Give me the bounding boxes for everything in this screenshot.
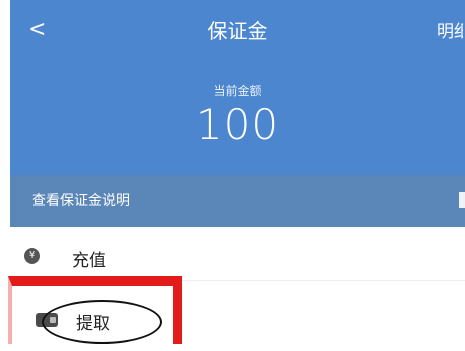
recharge-row[interactable]: ¥ 充值	[10, 232, 465, 280]
current-amount-label: 当前金额	[213, 84, 262, 98]
current-amount-value: 100	[195, 100, 280, 149]
detail-link[interactable]: 明细	[437, 20, 463, 44]
deposit-info-bar[interactable]: 查看保证金说明	[10, 175, 465, 227]
page-title: 保证金	[207, 19, 268, 43]
info-bar-edge-icon	[459, 192, 465, 208]
deposit-info-link[interactable]: 查看保证金说明	[32, 192, 130, 210]
recharge-label: 充值	[72, 251, 106, 271]
circle-annotation	[42, 300, 162, 344]
deposit-header: < 保证金 明细 当前金额 100	[10, 0, 465, 175]
yen-icon: ¥	[24, 248, 40, 264]
